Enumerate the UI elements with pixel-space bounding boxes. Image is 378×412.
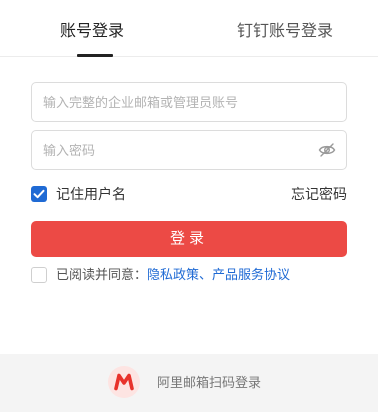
tab-dingtalk-login[interactable]: 钉钉账号登录: [237, 22, 333, 42]
account-field[interactable]: [31, 82, 347, 122]
password-input[interactable]: [43, 131, 313, 169]
remember-row: 记住用户名 忘记密码: [31, 185, 347, 203]
active-tab-indicator: [77, 54, 113, 57]
login-tabs: 账号登录 钉钉账号登录: [0, 0, 378, 57]
agreement-row: 已阅读并同意：隐私政策、产品服务协议: [31, 266, 351, 284]
service-agreement-link[interactable]: 产品服务协议: [212, 267, 290, 282]
agreement-text: 已阅读并同意：隐私政策、产品服务协议: [56, 266, 290, 284]
remember-checkbox[interactable]: [31, 186, 47, 202]
login-button[interactable]: 登录: [31, 221, 347, 257]
tab-account-login[interactable]: 账号登录: [60, 22, 124, 42]
agreement-prefix: 已阅读并同意：: [56, 267, 148, 282]
qr-login-footer: 阿里邮箱扫码登录: [0, 354, 378, 412]
qr-login-link[interactable]: 阿里邮箱扫码登录: [157, 374, 261, 392]
password-field[interactable]: [31, 130, 347, 170]
remember-label[interactable]: 记住用户名: [56, 185, 126, 203]
aliyun-mail-logo: [108, 366, 140, 398]
privacy-policy-link[interactable]: 隐私政策: [147, 267, 199, 282]
forgot-password-link[interactable]: 忘记密码: [291, 185, 347, 203]
checkmark-icon: [33, 189, 45, 199]
agreement-checkbox[interactable]: [31, 267, 47, 283]
eye-slash-icon[interactable]: [318, 142, 336, 158]
agreement-separator: 、: [199, 267, 213, 282]
account-input[interactable]: [43, 83, 313, 121]
